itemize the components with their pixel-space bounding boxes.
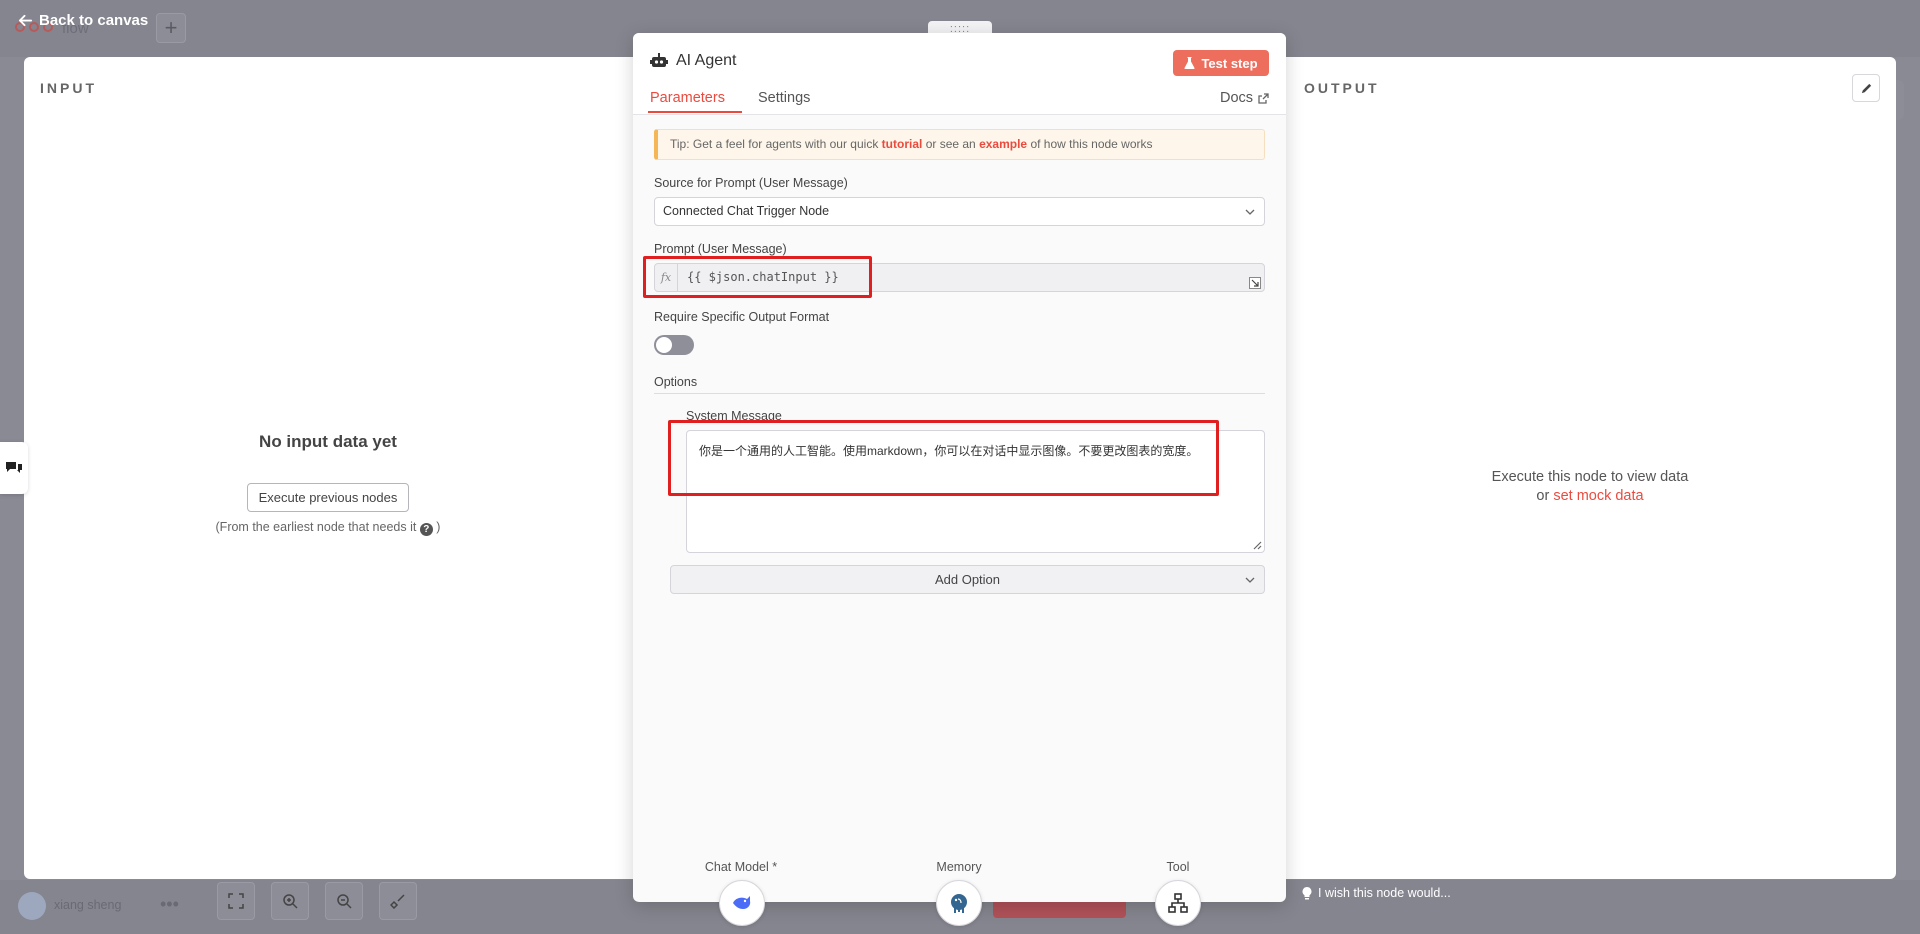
output-panel-label: OUTPUT [1304,80,1380,96]
output-or-text: or [1536,488,1550,504]
expand-editor-icon[interactable] [1249,277,1261,289]
output-mock-line: or set mock data [1430,487,1750,506]
source-prompt-select[interactable]: Connected Chat Trigger Node [654,197,1265,226]
require-output-format-label: Require Specific Output Format [654,310,830,324]
require-output-format-toggle[interactable] [654,335,694,355]
add-option-button[interactable]: Add Option [670,565,1265,594]
output-empty-state: Execute this node to view data or set mo… [1430,468,1750,506]
pencil-icon [1861,83,1871,93]
node-title[interactable]: AI Agent [676,52,737,70]
chevron-down-icon [1245,209,1255,215]
earliest-node-note: (From the earliest node that needs it ? … [198,520,458,536]
memory-node[interactable] [936,880,982,926]
set-mock-data-link[interactable]: set mock data [1553,488,1643,504]
lightbulb-icon [1302,886,1312,899]
docs-label: Docs [1220,90,1254,106]
tip-banner: Tip: Get a feel for agents with our quic… [654,129,1265,160]
open-chat-button[interactable] [0,442,28,494]
prompt-label: Prompt (User Message) [654,242,787,256]
zoom-in-icon [283,894,298,909]
external-link-icon [1258,92,1269,104]
help-icon[interactable]: ? [419,523,433,536]
options-divider [654,393,1265,394]
resize-grip-icon[interactable] [1252,540,1262,550]
source-prompt-label: Source for Prompt (User Message) [654,176,848,190]
chevron-down-icon [1245,577,1255,583]
user-name: xiang sheng [54,898,122,912]
chat-model-node[interactable] [719,880,765,926]
fit-view-icon [228,893,244,909]
output-empty-text: Execute this node to view data [1491,469,1689,485]
zoom-out-icon [337,894,352,909]
add-node-button[interactable]: + [156,13,186,43]
docs-link[interactable]: Docs [1220,90,1269,106]
chat-bubbles-icon [6,462,22,473]
earliest-note-suffix: ) [436,520,441,534]
avatar[interactable] [18,892,46,920]
earliest-note-prefix: (From the earliest node that needs it [215,520,417,534]
deepseek-whale-icon [733,896,751,909]
options-label: Options [654,375,698,389]
active-tab-underline [648,111,742,113]
tab-parameters[interactable]: Parameters [650,90,725,106]
annotation-highlight-prompt [643,256,872,298]
zoom-in-button[interactable] [271,882,309,920]
input-panel-label: INPUT [40,80,97,96]
tip-prefix: Tip: Get a feel for agents with our quic… [670,137,879,151]
tutorial-link[interactable]: tutorial [882,137,923,151]
robot-icon [650,53,668,67]
zoom-out-button[interactable] [325,882,363,920]
edit-output-button[interactable] [1852,74,1880,102]
network-tool-icon [1168,893,1188,913]
flask-icon [1184,57,1196,69]
add-option-label: Add Option [934,572,1001,587]
execute-previous-nodes-button[interactable]: Execute previous nodes [247,483,409,512]
postgres-elephant-icon [951,894,967,913]
tip-suffix: of how this node works [1030,137,1153,151]
feedback-label: I wish this node would... [1318,886,1451,900]
test-step-button[interactable]: Test step [1173,50,1269,76]
no-input-title: No input data yet [259,432,397,451]
tool-node[interactable] [1155,880,1201,926]
source-prompt-value: Connected Chat Trigger Node [663,204,830,218]
test-step-label: Test step [1201,55,1258,71]
fit-view-button[interactable] [217,882,255,920]
feedback-link[interactable]: I wish this node would... [1302,886,1451,900]
annotation-highlight-system-message [668,420,1219,496]
tip-middle: or see an [925,137,976,151]
arrow-left-icon [18,14,33,27]
tidy-up-button[interactable] [379,882,417,920]
user-menu-dots[interactable]: ••• [160,894,179,915]
toggle-knob [656,337,672,353]
back-to-canvas-label: Back to canvas [39,12,149,29]
tool-label: Tool [1166,860,1190,874]
tab-settings[interactable]: Settings [758,90,810,106]
back-to-canvas-link[interactable]: Back to canvas [18,12,148,29]
memory-label: Memory [936,860,982,874]
chat-model-label: Chat Model * [704,860,778,874]
broom-icon [390,894,405,909]
example-link[interactable]: example [979,137,1027,151]
